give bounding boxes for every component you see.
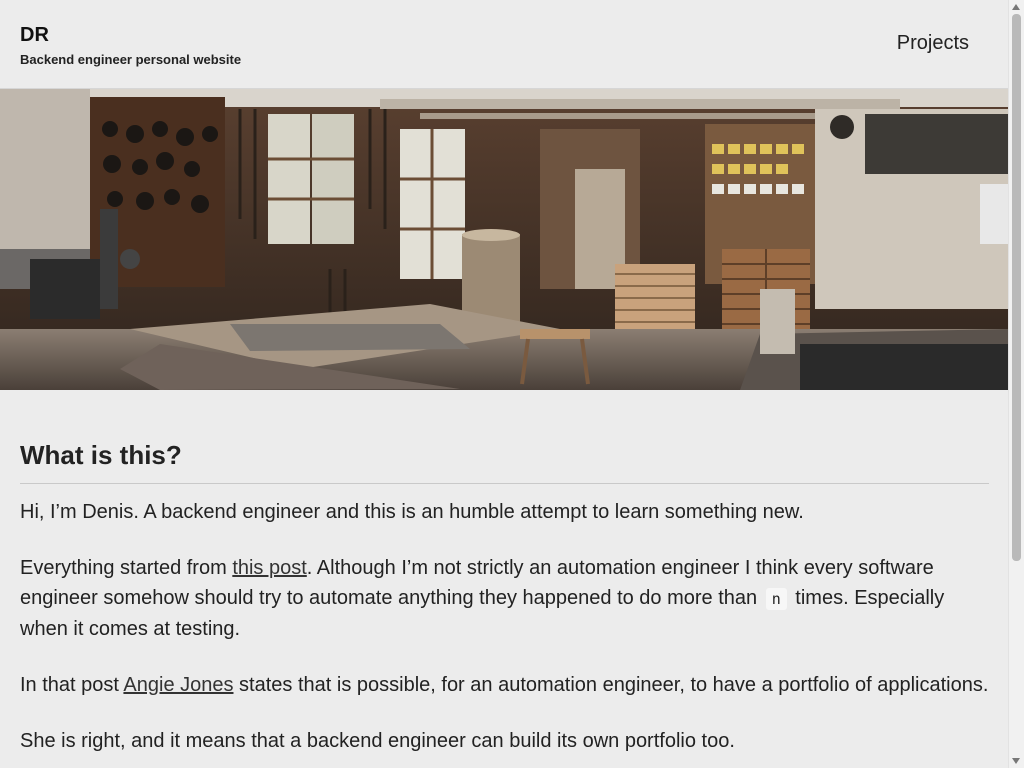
section-title: What is this? xyxy=(20,440,989,484)
portfolio-paragraph: In that post Angie Jones states that is … xyxy=(20,670,989,700)
portfolio-text-end: states that is possible, for an automati… xyxy=(233,674,989,696)
intro-paragraph: Hi, I’m Denis. A backend engineer and th… xyxy=(20,501,804,523)
page: DR Backend engineer personal website Pro… xyxy=(0,0,1009,768)
inline-code-n: n xyxy=(765,588,787,610)
site-logo-text[interactable]: DR xyxy=(20,24,49,47)
nav-projects-link[interactable]: Projects xyxy=(897,32,969,55)
scroll-down-arrow-icon[interactable] xyxy=(1012,758,1020,764)
origin-text-start: Everything started from xyxy=(20,557,233,579)
angie-jones-link[interactable]: Angie Jones xyxy=(123,674,233,696)
conclusion-paragraph: She is right, and it means that a backen… xyxy=(20,730,735,752)
workshop-photo xyxy=(0,89,1009,390)
scrollbar-thumb[interactable] xyxy=(1012,14,1021,561)
site-tagline: Backend engineer personal website xyxy=(20,52,242,67)
site-header: DR Backend engineer personal website Pro… xyxy=(0,0,1009,89)
main-content: What is this? Hi, I’m Denis. A backend e… xyxy=(20,390,989,756)
scroll-up-arrow-icon[interactable] xyxy=(1012,4,1020,10)
portfolio-text-start: In that post xyxy=(20,674,124,696)
vertical-scrollbar[interactable] xyxy=(1008,0,1024,768)
hero-image xyxy=(0,89,1009,390)
this-post-link[interactable]: this post xyxy=(232,557,306,579)
origin-paragraph: Everything started from this post. Altho… xyxy=(20,553,989,644)
